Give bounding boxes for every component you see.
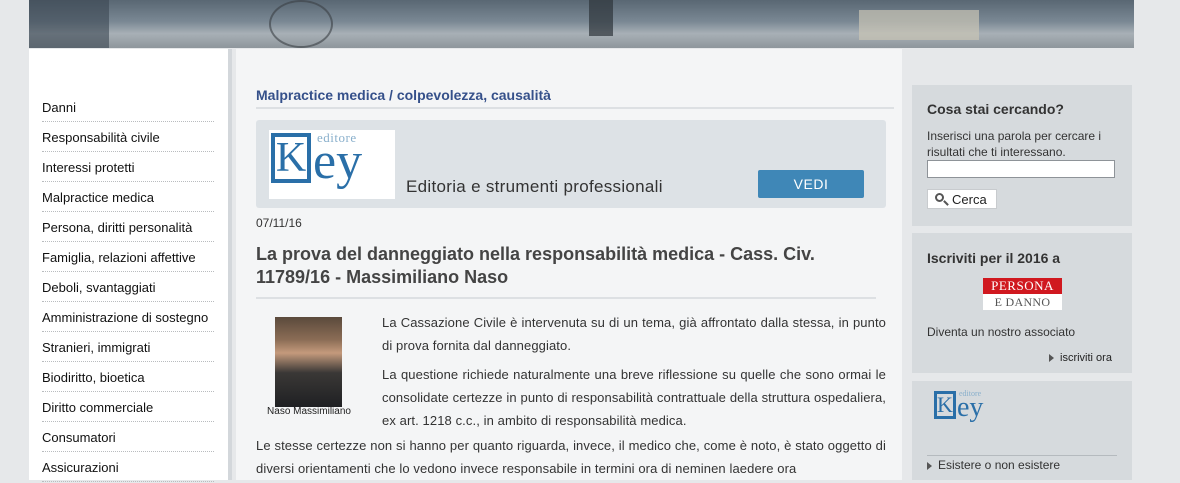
key-banner[interactable]: editore K ey Editoria e strumenti profes… <box>256 120 886 208</box>
sidebar-item-diritto-commerciale[interactable]: Diritto commerciale <box>42 393 214 422</box>
search-icon <box>935 193 944 202</box>
search-button-label: Cerca <box>952 192 987 207</box>
key-box: editore K ey Esistere o non esistere <box>912 381 1132 480</box>
sidebar-item-amministrazione[interactable]: Amministrazione di sostegno <box>42 303 214 332</box>
key-editore-logo: editore K ey <box>269 130 395 199</box>
author-photo <box>275 317 342 407</box>
sidebar-nav: Danni Responsabilità civile Interessi pr… <box>29 49 232 482</box>
vedi-button[interactable]: VEDI <box>758 170 864 198</box>
logo-ey-letters: ey <box>313 133 363 190</box>
arrow-right-icon <box>1049 354 1054 363</box>
article-paragraph-3: Le stesse certezze non si hanno per quan… <box>256 438 886 476</box>
search-input[interactable] <box>927 160 1115 178</box>
sidebar-item-assicurazioni[interactable]: Assicurazioni <box>42 453 214 482</box>
persona-e-danno-logo[interactable]: PERSONA E DANNO <box>983 278 1062 310</box>
logo-ey-letters-small: ey <box>957 392 984 423</box>
logo-persona-text: PERSONA <box>983 278 1062 293</box>
search-box: Cosa stai cercando? Inserisci una parola… <box>912 85 1132 226</box>
article-date: 07/11/16 <box>256 216 302 230</box>
sidebar-item-deboli[interactable]: Deboli, svantaggiati <box>42 273 214 302</box>
photo-figure <box>589 0 613 36</box>
subscribe-box-title: Iscriviti per il 2016 a <box>927 250 1061 266</box>
header-photo <box>29 0 1134 48</box>
author-caption: Naso Massimiliano <box>267 406 351 417</box>
sidebar-item-danni[interactable]: Danni <box>42 93 214 122</box>
arrow-right-icon <box>927 461 932 470</box>
section-title[interactable]: Malpractice medica / colpevolezza, causa… <box>256 87 894 109</box>
sidebar-item-stranieri[interactable]: Stranieri, immigrati <box>42 333 214 362</box>
article-title[interactable]: La prova del danneggiato nella responsab… <box>256 243 876 299</box>
photo-shade <box>29 0 109 48</box>
banner-tagline: Editoria e strumenti professionali <box>406 177 663 196</box>
key-box-link[interactable]: Esistere o non esistere <box>927 455 1117 472</box>
logo-e-danno-text: E DANNO <box>983 293 1062 310</box>
search-help-text: Inserisci una parola per cercare i risul… <box>927 129 1102 159</box>
photo-wheel <box>269 0 333 48</box>
subscribe-link-label: iscriviti ora <box>1060 352 1112 364</box>
main-content: Malpractice medica / colpevolezza, causa… <box>236 49 902 480</box>
article-paragraph-2: La questione richiede naturalmente una b… <box>382 367 886 428</box>
sidebar-item-biodiritto[interactable]: Biodiritto, bioetica <box>42 363 214 392</box>
search-button[interactable]: Cerca <box>927 189 997 209</box>
subscribe-text: Diventa un nostro associato <box>927 325 1076 339</box>
logo-k-letter-small: K <box>934 391 956 419</box>
subscribe-box: Iscriviti per il 2016 a PERSONA E DANNO … <box>912 233 1132 373</box>
key-box-link-label: Esistere o non esistere <box>938 458 1061 472</box>
sidebar-item-interessi-protetti[interactable]: Interessi protetti <box>42 153 214 182</box>
sidebar-item-malpractice-medica[interactable]: Malpractice medica <box>42 183 214 212</box>
photo-bench <box>859 10 979 40</box>
search-box-title: Cosa stai cercando? <box>927 101 1064 117</box>
sidebar-item-persona[interactable]: Persona, diritti personalità <box>42 213 214 242</box>
sidebar-item-responsabilita-civile[interactable]: Responsabilità civile <box>42 123 214 152</box>
sidebar-item-consumatori[interactable]: Consumatori <box>42 423 214 452</box>
logo-k-letter: K <box>271 133 311 183</box>
subscribe-link[interactable]: iscriviti ora <box>1049 352 1112 364</box>
sidebar-item-famiglia[interactable]: Famiglia, relazioni affettive <box>42 243 214 272</box>
article-paragraph-1: La Cassazione Civile è intervenuta su di… <box>382 315 886 353</box>
key-editore-logo-small[interactable]: editore K ey <box>934 389 1004 429</box>
